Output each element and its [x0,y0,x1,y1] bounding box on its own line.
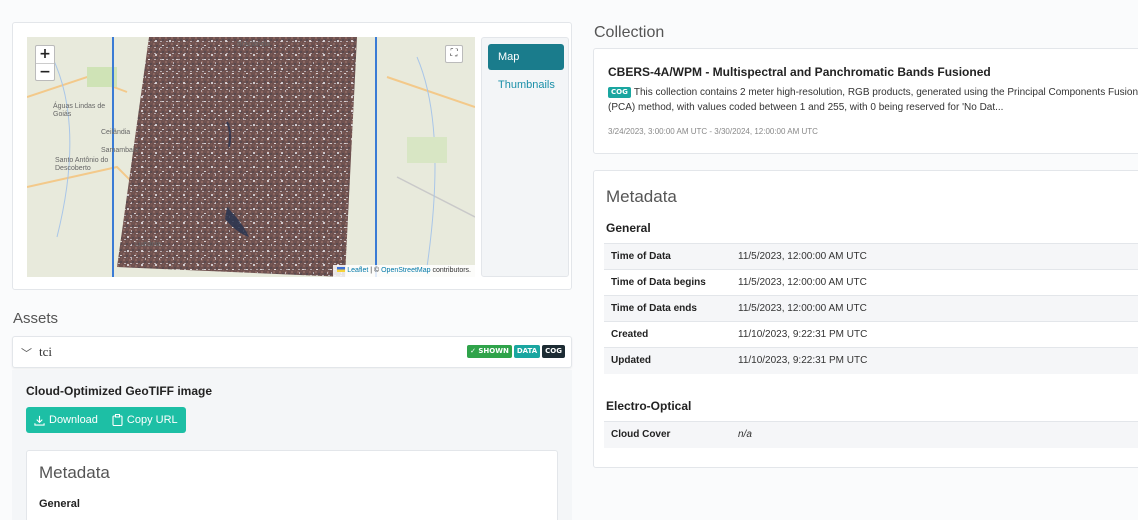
tab-thumbnails[interactable]: Thumbnails [488,72,564,98]
row-key: Cloud Cover [604,421,731,448]
attribution-separator: | © [368,267,382,274]
download-icon [34,415,45,426]
place-label: Ceilândia [101,129,131,136]
asset-general-heading: General [39,498,80,510]
clipboard-icon [112,414,123,426]
fullscreen-button[interactable]: ⛶ [445,45,463,63]
cog-badge: COG [542,345,565,358]
row-key: Time of Data begins [604,269,731,296]
asset-metadata-card: Metadata General [26,450,558,520]
data-badge: DATA [513,345,541,358]
collection-card: CBERS-4A/WPM - Multispectral and Panchro… [593,48,1138,154]
chevron-down-icon: ﹀ [21,347,32,360]
electro-optical-table: Cloud Cover n/a [604,421,1138,448]
place-label: Santo Antônio do Descoberto [55,157,109,172]
table-row: Updated 11/10/2023, 9:22:31 PM UTC [604,347,1138,374]
general-table: Time of Data 11/5/2023, 12:00:00 AM UTC T… [604,243,1138,374]
collection-description-text: This collection contains 2 meter high-re… [608,87,1138,113]
electro-optical-heading: Electro-Optical [606,399,692,413]
collection-time-range: 3/24/2023, 3:00:00 AM UTC - 3/30/2024, 1… [608,127,818,136]
table-row: Created 11/10/2023, 9:22:31 PM UTC [604,321,1138,348]
shown-badge[interactable]: ✓ SHOWN [467,345,512,358]
osm-link[interactable]: OpenStreetMap [381,267,430,274]
fullscreen-icon: ⛶ [450,48,458,59]
asset-panel: Cloud-Optimized GeoTIFF image Download C… [12,370,572,520]
cog-badge: COG [608,87,631,98]
collection-description: COG This collection contains 2 meter high… [608,85,1138,115]
view-tabs: Map Thumbnails [481,37,569,277]
collection-heading: Collection [594,24,665,41]
asset-actions: Download Copy URL [26,407,186,433]
map-card: + − ⛶ Águas Lindas de Goiás Ceilândia Sa… [12,22,572,290]
table-row: Time of Data 11/5/2023, 12:00:00 AM UTC [604,243,1138,270]
place-label: Samambaia [101,147,139,154]
asset-metadata-heading: Metadata [39,463,110,482]
copy-url-label: Copy URL [126,414,178,426]
place-label: Águas Lindas de Goiás [53,103,106,118]
map-attribution: Leaflet | © OpenStreetMap contributors. [333,265,475,277]
zoom-control: + − [35,45,55,81]
place-label: Luziânia [135,241,162,248]
asset-badges: ✓ SHOWN DATA COG [467,345,565,358]
assets-heading: Assets [13,310,59,327]
table-row: Time of Data begins 11/5/2023, 12:00:00 A… [604,269,1138,296]
row-value: 11/5/2023, 12:00:00 AM UTC [731,243,1138,270]
metadata-card: Metadata General Time of Data 11/5/2023, … [593,170,1138,468]
row-value: 11/10/2023, 9:22:31 PM UTC [731,347,1138,374]
park-area [407,137,447,163]
leaflet-link[interactable]: Leaflet [347,267,368,274]
asset-title: Cloud-Optimized GeoTIFF image [26,384,212,398]
row-value: 11/10/2023, 9:22:31 PM UTC [731,321,1138,348]
table-row: Cloud Cover n/a [604,421,1138,448]
ukraine-flag-icon [337,267,346,272]
row-key: Time of Data [604,243,731,270]
asset-name: tci [39,344,52,359]
copy-url-button[interactable]: Copy URL [112,414,178,426]
metadata-heading: Metadata [606,187,677,206]
row-key: Created [604,321,731,348]
collection-title[interactable]: CBERS-4A/WPM - Multispectral and Panchro… [608,65,991,79]
general-heading: General [606,221,651,235]
download-button[interactable]: Download [34,414,98,426]
zoom-in-button[interactable]: + [36,46,54,63]
tab-map[interactable]: Map [488,44,564,70]
row-value: n/a [731,421,1138,448]
row-value: 11/5/2023, 12:00:00 AM UTC [731,295,1138,322]
attribution-suffix: contributors. [430,267,471,274]
download-label: Download [49,414,98,426]
map-viewer[interactable]: + − ⛶ Águas Lindas de Goiás Ceilândia Sa… [27,37,475,277]
table-row: Time of Data ends 11/5/2023, 12:00:00 AM … [604,295,1138,322]
zoom-out-button[interactable]: − [36,63,54,80]
asset-accordion-header[interactable]: ﹀ tci ✓ SHOWN DATA COG [12,336,572,368]
row-key: Updated [604,347,731,374]
row-key: Time of Data ends [604,295,731,322]
place-label: Brazlândia [237,41,271,48]
row-value: 11/5/2023, 12:00:00 AM UTC [731,269,1138,296]
